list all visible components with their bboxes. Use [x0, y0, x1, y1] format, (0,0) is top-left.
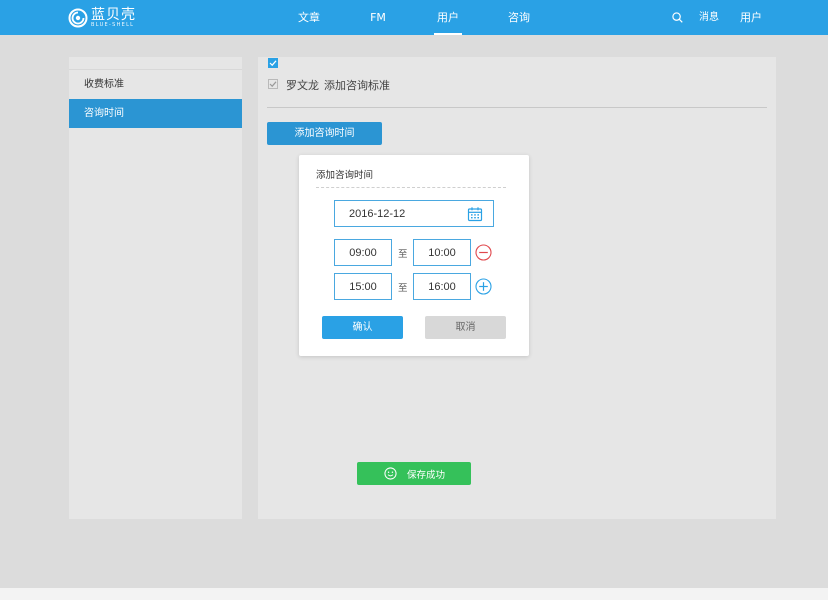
nav-item-consult[interactable]: 咨询	[507, 0, 531, 35]
add-consult-time-dialog: 添加咨询时间 2016-12-12 09:00 至 10:00 15:00 至 …	[299, 155, 529, 356]
select-checkbox[interactable]	[268, 58, 278, 68]
messages-link[interactable]: 消息	[699, 0, 719, 35]
date-field[interactable]: 2016-12-12	[334, 200, 494, 227]
confirm-button[interactable]: 确认	[322, 316, 403, 339]
slot-1-start-value: 09:00	[349, 246, 377, 259]
sidebar: 收费标准 咨询时间	[69, 57, 242, 519]
toast-text: 保存成功	[407, 469, 446, 481]
slot-1-end-value: 10:00	[428, 246, 456, 259]
footer-bar	[0, 588, 828, 600]
date-value: 2016-12-12	[349, 207, 406, 220]
dialog-title: 添加咨询时间	[316, 170, 374, 181]
row-checkbox[interactable]	[268, 79, 278, 89]
nav-item-fm[interactable]: FM	[369, 0, 387, 35]
remove-circle-icon[interactable]	[475, 244, 492, 261]
slot-2-end-field[interactable]: 16:00	[413, 273, 471, 300]
top-navigation-bar: 蓝贝壳 BLUE-SHELL 文章 FM 用户 咨询 消息 用户	[0, 0, 828, 35]
sidebar-item-fee-standard[interactable]: 收费标准	[69, 69, 242, 99]
slot-1-start-field[interactable]: 09:00	[334, 239, 392, 266]
slot-1-end-field[interactable]: 10:00	[413, 239, 471, 266]
slot-2-end-value: 16:00	[428, 280, 456, 293]
brand-name-english: BLUE-SHELL	[91, 22, 135, 28]
slot-2-start-value: 15:00	[349, 280, 377, 293]
sidebar-item-consult-time[interactable]: 咨询时间	[69, 99, 242, 128]
nav-item-articles[interactable]: 文章	[297, 0, 321, 35]
cancel-button[interactable]: 取消	[425, 316, 506, 339]
consultant-name: 罗文龙	[286, 79, 319, 92]
add-circle-icon[interactable]	[475, 278, 492, 295]
search-icon[interactable]	[672, 12, 683, 23]
shell-logo-icon	[68, 8, 88, 28]
checkmark-icon	[269, 60, 277, 67]
nav-item-users[interactable]: 用户	[434, 0, 462, 35]
add-consult-standard-link[interactable]: 添加咨询标准	[324, 77, 390, 93]
brand-logo[interactable]: 蓝贝壳 BLUE-SHELL	[68, 7, 136, 29]
smile-icon	[384, 467, 397, 480]
add-consult-time-button[interactable]: 添加咨询时间	[267, 122, 382, 145]
calendar-icon[interactable]	[467, 206, 483, 222]
brand-name: 蓝贝壳	[91, 7, 136, 23]
user-link[interactable]: 用户	[740, 0, 762, 35]
divider	[267, 107, 767, 108]
save-success-toast: 保存成功	[357, 462, 471, 485]
dialog-divider	[316, 187, 506, 188]
checkmark-icon	[269, 81, 277, 88]
slot-1-to-label: 至	[398, 249, 408, 260]
slot-2-to-label: 至	[398, 283, 408, 294]
slot-2-start-field[interactable]: 15:00	[334, 273, 392, 300]
